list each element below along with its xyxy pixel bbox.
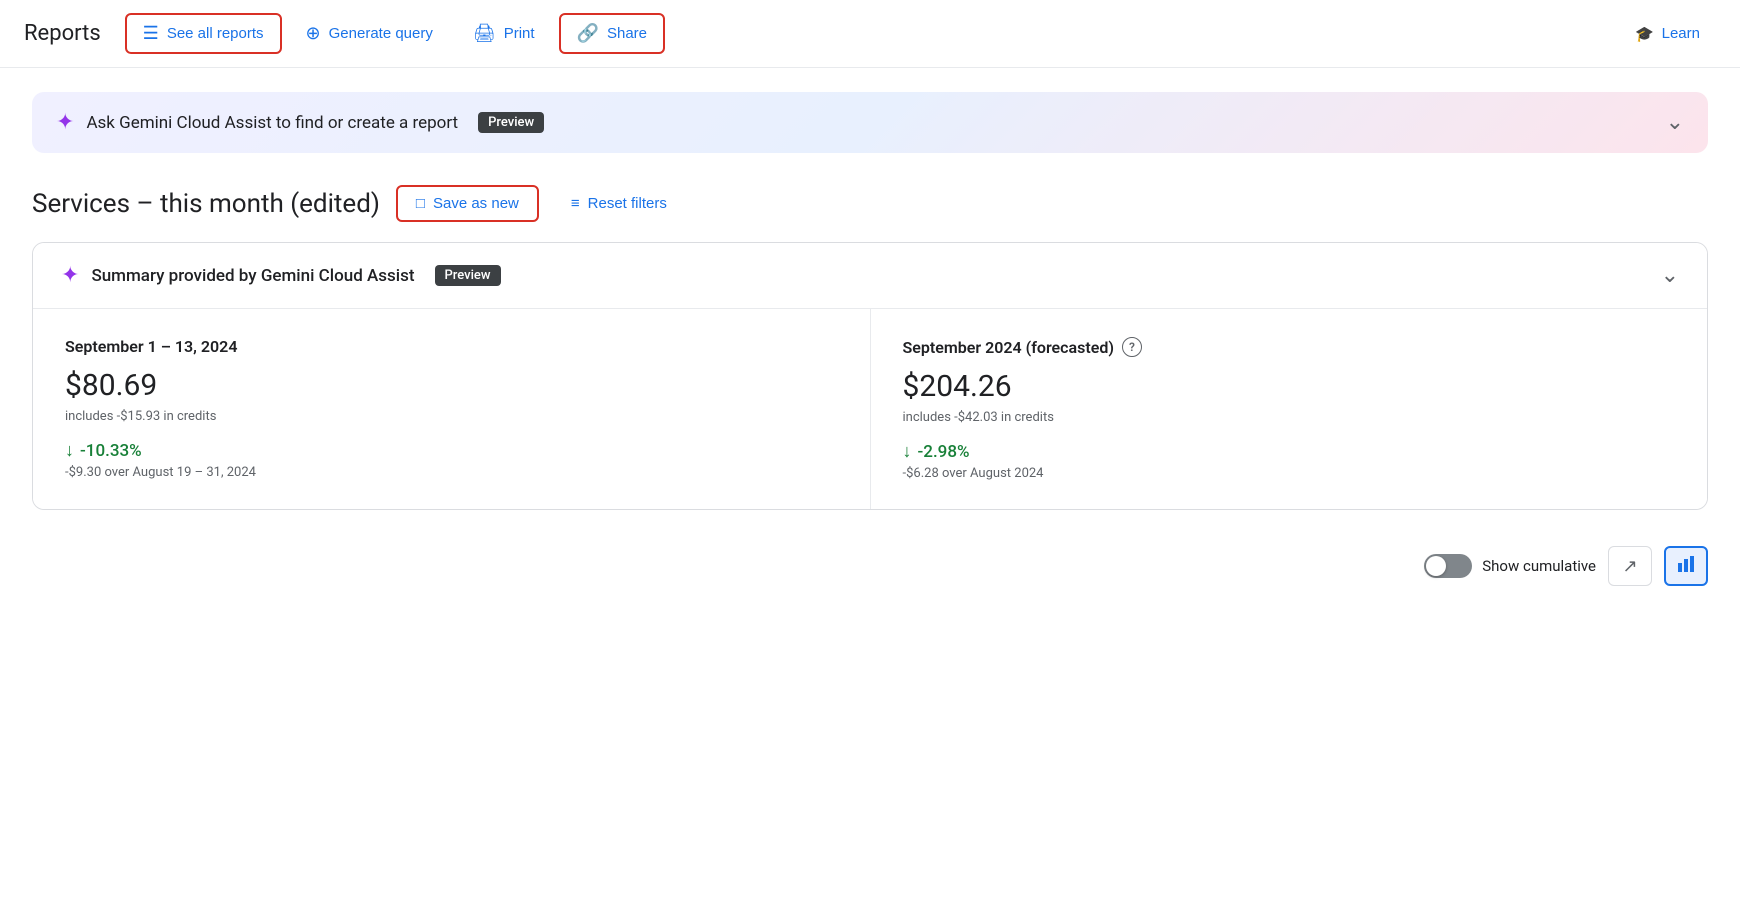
summary-card-body: September 1 – 13, 2024 $80.69 includes -…: [33, 309, 1707, 509]
summary-col-2: September 2024 (forecasted) ? $204.26 in…: [871, 309, 1708, 509]
summary-card-header[interactable]: ✦ Summary provided by Gemini Cloud Assis…: [33, 243, 1707, 309]
bar-chart-icon: [1677, 555, 1695, 578]
gemini-banner-left: ✦ Ask Gemini Cloud Assist to find or cre…: [56, 110, 544, 135]
down-arrow-icon-2: ↓: [903, 441, 912, 462]
bottom-controls: Show cumulative ↗: [32, 534, 1708, 598]
line-chart-button[interactable]: ↗: [1608, 546, 1652, 586]
amount-2: $204.26: [903, 369, 1676, 404]
period-1: September 1 – 13, 2024: [65, 337, 838, 356]
bar-chart-button[interactable]: [1664, 546, 1708, 586]
amount-1: $80.69: [65, 368, 838, 403]
cumulative-toggle[interactable]: [1424, 554, 1472, 578]
print-icon: 🖨: [473, 23, 496, 44]
sparkle-icon: ✦: [56, 110, 74, 135]
period-2: September 2024 (forecasted) ?: [903, 337, 1676, 357]
change-desc-2: -$6.28 over August 2024: [903, 466, 1676, 481]
change-1: ↓ -10.33%: [65, 440, 838, 461]
page-title: Reports: [24, 21, 101, 46]
chevron-down-icon-2[interactable]: ⌄: [1661, 263, 1679, 288]
summary-card-header-left: ✦ Summary provided by Gemini Cloud Assis…: [61, 263, 501, 288]
line-chart-icon: ↗: [1622, 556, 1637, 577]
print-button[interactable]: 🖨 Print: [457, 15, 551, 52]
report-header: Services – this month (edited) □ Save as…: [32, 185, 1708, 222]
generate-query-button[interactable]: ⊕ Generate query: [290, 15, 449, 52]
preview-badge: Preview: [478, 112, 544, 133]
sparkle-icon-2: ✦: [61, 263, 79, 288]
gemini-banner[interactable]: ✦ Ask Gemini Cloud Assist to find or cre…: [32, 92, 1708, 153]
down-arrow-icon-1: ↓: [65, 440, 74, 461]
chevron-down-icon[interactable]: ⌄: [1666, 110, 1684, 135]
save-icon: □: [416, 195, 425, 212]
reset-filters-button[interactable]: ≡ Reset filters: [555, 187, 683, 220]
see-all-reports-button[interactable]: ☰ See all reports: [125, 13, 282, 54]
show-cumulative-control: Show cumulative: [1424, 554, 1596, 578]
change-2: ↓ -2.98%: [903, 441, 1676, 462]
top-nav: Reports ☰ See all reports ⊕ Generate que…: [0, 0, 1740, 68]
main-content: ✦ Ask Gemini Cloud Assist to find or cre…: [0, 68, 1740, 622]
credits-2: includes -$42.03 in credits: [903, 410, 1676, 425]
share-button[interactable]: 🔗 Share: [559, 13, 665, 54]
preview-badge-2: Preview: [435, 265, 501, 286]
filter-icon: ≡: [571, 195, 580, 212]
share-icon: 🔗: [577, 23, 599, 44]
summary-card: ✦ Summary provided by Gemini Cloud Assis…: [32, 242, 1708, 510]
list-icon: ☰: [143, 23, 159, 44]
change-desc-1: -$9.30 over August 19 – 31, 2024: [65, 465, 838, 480]
learn-icon: 🎓: [1635, 25, 1654, 43]
toggle-thumb: [1426, 556, 1446, 576]
info-icon[interactable]: ?: [1122, 337, 1142, 357]
save-as-new-button[interactable]: □ Save as new: [396, 185, 539, 222]
report-title: Services – this month (edited): [32, 189, 380, 219]
credits-1: includes -$15.93 in credits: [65, 409, 838, 424]
search-icon: ⊕: [306, 23, 321, 44]
learn-button[interactable]: 🎓 Learn: [1619, 17, 1716, 51]
summary-col-1: September 1 – 13, 2024 $80.69 includes -…: [33, 309, 871, 509]
